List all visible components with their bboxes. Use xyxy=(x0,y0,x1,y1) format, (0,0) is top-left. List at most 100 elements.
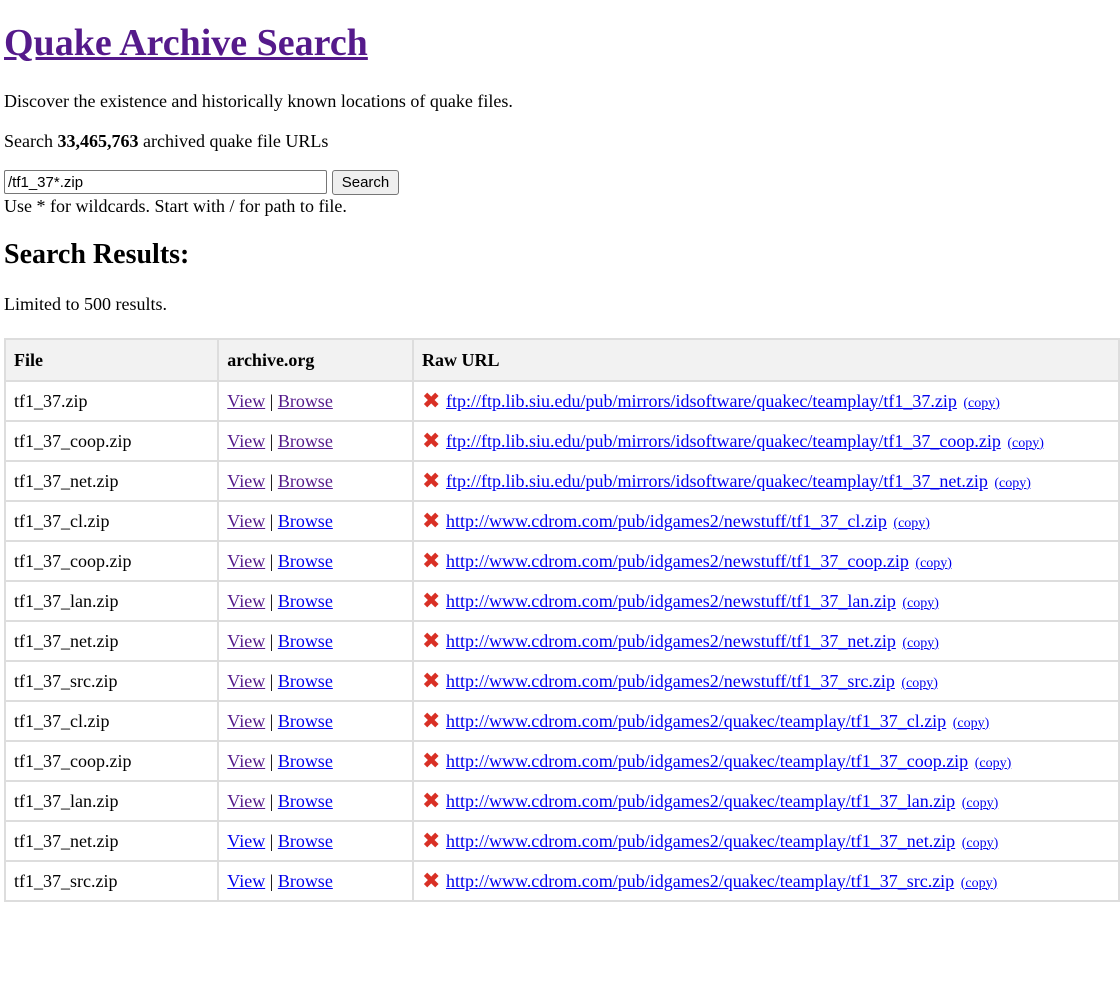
red-x-icon: ✖ xyxy=(421,588,441,614)
raw-url-cell: ✖ http://www.cdrom.com/pub/idgames2/newst… xyxy=(411,500,1120,542)
view-link[interactable]: View xyxy=(227,631,265,651)
raw-url-link[interactable]: ftp://ftp.lib.siu.edu/pub/mirrors/idsoft… xyxy=(446,431,1001,451)
raw-url-cell: ✖ http://www.cdrom.com/pub/idgames2/newst… xyxy=(411,660,1120,702)
browse-link[interactable]: Browse xyxy=(278,391,333,411)
page-title-link[interactable]: Quake Archive Search xyxy=(4,22,368,64)
archive-count-line: Search 33,465,763 archived quake file UR… xyxy=(4,129,328,153)
link-separator: | xyxy=(269,750,274,771)
raw-url-link[interactable]: http://www.cdrom.com/pub/idgames2/quakec… xyxy=(446,871,954,891)
red-x-icon: ✖ xyxy=(421,788,441,814)
header-raw-url: Raw URL xyxy=(411,338,1120,382)
browse-link[interactable]: Browse xyxy=(278,431,333,451)
copy-link[interactable]: (copy) xyxy=(961,876,998,891)
table-row: tf1_37.zip View | Browse ✖ ftp://ftp.lib.si… xyxy=(3,380,1120,422)
page-title: Quake Archive Search xyxy=(4,19,368,67)
copy-link[interactable]: (copy) xyxy=(975,756,1012,771)
raw-url-link[interactable]: http://www.cdrom.com/pub/idgames2/quakec… xyxy=(446,751,968,771)
copy-link[interactable]: (copy) xyxy=(963,396,1000,411)
file-name-cell: tf1_37_src.zip xyxy=(3,660,220,702)
archive-org-cell: View | Browse xyxy=(217,580,414,622)
copy-link[interactable]: (copy) xyxy=(893,516,930,531)
browse-link[interactable]: Browse xyxy=(278,751,333,771)
copy-link[interactable]: (copy) xyxy=(902,596,939,611)
copy-link[interactable]: (copy) xyxy=(962,836,999,851)
table-row: tf1_37_net.zip View | Browse ✖ http://www.c… xyxy=(3,820,1120,862)
search-input[interactable] xyxy=(4,170,327,194)
raw-url-cell: ✖ http://www.cdrom.com/pub/idgames2/quake… xyxy=(411,700,1120,742)
file-name-cell: tf1_37_cl.zip xyxy=(3,700,220,742)
archive-org-cell: View | Browse xyxy=(217,780,414,822)
copy-link[interactable]: (copy) xyxy=(994,476,1031,491)
red-x-icon: ✖ xyxy=(421,868,441,894)
search-button[interactable]: Search xyxy=(332,170,399,195)
file-name-cell: tf1_37_coop.zip xyxy=(3,540,220,582)
table-row: tf1_37_cl.zip View | Browse ✖ http://www.cd… xyxy=(3,500,1120,542)
results-table: File archive.org Raw URL tf1_37.zip View … xyxy=(3,338,1120,902)
red-x-icon: ✖ xyxy=(421,708,441,734)
raw-url-link[interactable]: http://www.cdrom.com/pub/idgames2/newstu… xyxy=(446,631,896,651)
raw-url-link[interactable]: http://www.cdrom.com/pub/idgames2/newstu… xyxy=(446,511,887,531)
raw-url-link[interactable]: http://www.cdrom.com/pub/idgames2/newstu… xyxy=(446,671,895,691)
view-link[interactable]: View xyxy=(227,871,265,891)
table-row: tf1_37_lan.zip View | Browse ✖ http://www.c… xyxy=(3,580,1120,622)
red-x-icon: ✖ xyxy=(421,668,441,694)
link-separator: | xyxy=(269,430,274,451)
copy-link[interactable]: (copy) xyxy=(901,676,938,691)
view-link[interactable]: View xyxy=(227,711,265,731)
browse-link[interactable]: Browse xyxy=(278,631,333,651)
file-name-cell: tf1_37_net.zip xyxy=(3,620,220,662)
browse-link[interactable]: Browse xyxy=(278,511,333,531)
raw-url-link[interactable]: ftp://ftp.lib.siu.edu/pub/mirrors/idsoft… xyxy=(446,471,988,491)
view-link[interactable]: View xyxy=(227,391,265,411)
raw-url-cell: ✖ ftp://ftp.lib.siu.edu/pub/mirrors/idsof… xyxy=(411,420,1120,462)
raw-url-cell: ✖ http://www.cdrom.com/pub/idgames2/newst… xyxy=(411,620,1120,662)
browse-link[interactable]: Browse xyxy=(278,671,333,691)
link-separator: | xyxy=(269,470,274,491)
copy-link[interactable]: (copy) xyxy=(1007,436,1044,451)
browse-link[interactable]: Browse xyxy=(278,831,333,851)
file-name-cell: tf1_37.zip xyxy=(3,380,220,422)
browse-link[interactable]: Browse xyxy=(278,871,333,891)
browse-link[interactable]: Browse xyxy=(278,471,333,491)
results-heading: Search Results: xyxy=(4,239,190,270)
view-link[interactable]: View xyxy=(227,831,265,851)
raw-url-link[interactable]: ftp://ftp.lib.siu.edu/pub/mirrors/idsoft… xyxy=(446,391,957,411)
raw-url-link[interactable]: http://www.cdrom.com/pub/idgames2/newstu… xyxy=(446,591,896,611)
archive-org-cell: View | Browse xyxy=(217,460,414,502)
archive-org-cell: View | Browse xyxy=(217,620,414,662)
view-link[interactable]: View xyxy=(227,751,265,771)
table-row: tf1_37_lan.zip View | Browse ✖ http://www.c… xyxy=(3,780,1120,822)
raw-url-cell: ✖ http://www.cdrom.com/pub/idgames2/quake… xyxy=(411,860,1120,902)
browse-link[interactable]: Browse xyxy=(278,791,333,811)
view-link[interactable]: View xyxy=(227,471,265,491)
view-link[interactable]: View xyxy=(227,511,265,531)
archive-org-cell: View | Browse xyxy=(217,740,414,782)
view-link[interactable]: View xyxy=(227,791,265,811)
results-body: tf1_37.zip View | Browse ✖ ftp://ftp.lib.si… xyxy=(3,380,1120,902)
view-link[interactable]: View xyxy=(227,671,265,691)
table-row: tf1_37_coop.zip View | Browse ✖ ftp://ftp.l… xyxy=(3,420,1120,462)
search-help-text: Use * for wildcards. Start with / for pa… xyxy=(4,196,347,216)
copy-link[interactable]: (copy) xyxy=(962,796,999,811)
raw-url-link[interactable]: http://www.cdrom.com/pub/idgames2/quakec… xyxy=(446,791,955,811)
table-row: tf1_37_src.zip View | Browse ✖ http://www.c… xyxy=(3,660,1120,702)
copy-link[interactable]: (copy) xyxy=(902,636,939,651)
link-separator: | xyxy=(269,670,274,691)
table-row: tf1_37_coop.zip View | Browse ✖ http://www.… xyxy=(3,540,1120,582)
browse-link[interactable]: Browse xyxy=(278,591,333,611)
view-link[interactable]: View xyxy=(227,591,265,611)
copy-link[interactable]: (copy) xyxy=(915,556,952,571)
raw-url-link[interactable]: http://www.cdrom.com/pub/idgames2/quakec… xyxy=(446,831,955,851)
view-link[interactable]: View xyxy=(227,551,265,571)
view-link[interactable]: View xyxy=(227,431,265,451)
browse-link[interactable]: Browse xyxy=(278,711,333,731)
link-separator: | xyxy=(269,630,274,651)
browse-link[interactable]: Browse xyxy=(278,551,333,571)
red-x-icon: ✖ xyxy=(421,508,441,534)
table-row: tf1_37_cl.zip View | Browse ✖ http://www.cd… xyxy=(3,700,1120,742)
intro-text: Discover the existence and historically … xyxy=(4,91,513,111)
copy-link[interactable]: (copy) xyxy=(953,716,990,731)
raw-url-link[interactable]: http://www.cdrom.com/pub/idgames2/newstu… xyxy=(446,551,909,571)
raw-url-link[interactable]: http://www.cdrom.com/pub/idgames2/quakec… xyxy=(446,711,946,731)
archive-org-cell: View | Browse xyxy=(217,380,414,422)
